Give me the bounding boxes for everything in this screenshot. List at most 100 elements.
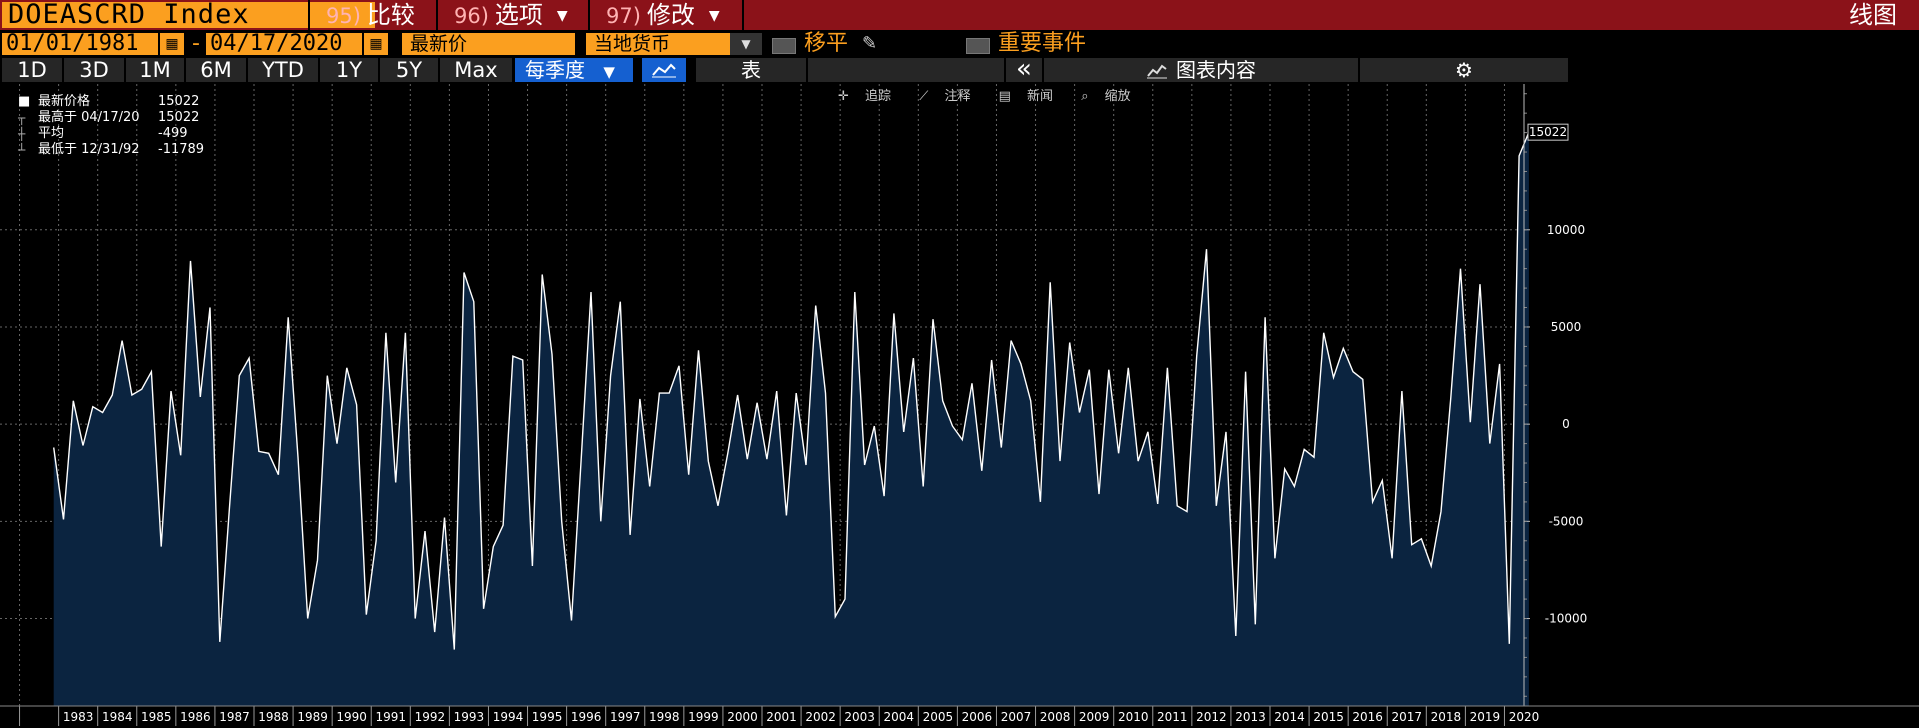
x-tick-label: 1984 [102, 710, 133, 724]
legend-label: 最新价格 [38, 94, 91, 109]
zoom-icon: ⌕ [1081, 89, 1089, 104]
x-axis: 1983 1984 1985 1986 1987 1988 1989 1990 1991 1992… [0, 705, 1919, 726]
frequency-dropdown[interactable]: 每季度 ▼ [515, 58, 633, 82]
events-checkbox[interactable] [966, 38, 990, 54]
period-1y[interactable]: 1Y [320, 58, 378, 82]
table-button[interactable]: 表 [696, 58, 806, 82]
x-tick-label: 1998 [649, 710, 680, 724]
legend-value: -11789 [158, 142, 205, 157]
y-tick-label: -5000 [1549, 514, 1584, 528]
period-5y[interactable]: 5Y [380, 58, 438, 82]
x-tick-label: 2015 [1313, 710, 1344, 724]
collapse-icon[interactable]: « [1006, 56, 1042, 82]
x-tick-label: 2001 [766, 710, 797, 724]
modify-menu-label: 修改 [646, 1, 695, 29]
x-tick-label: 2019 [1470, 710, 1501, 724]
x-tick-label: 2011 [1157, 710, 1188, 724]
price-chart[interactable]: -10000-5000050001000015022 1983 1984 1985 1… [0, 84, 1919, 728]
moving-avg-checkbox[interactable] [772, 38, 796, 54]
frequency-label: 每季度 [525, 58, 585, 82]
legend-value: 15022 [158, 94, 200, 109]
zoom-tool[interactable]: ⌕ 缩放 [1081, 89, 1142, 104]
field-select[interactable]: 最新价 [402, 33, 575, 55]
x-tick-label: 1991 [375, 710, 406, 724]
start-date-input[interactable]: 01/01/1981 [2, 33, 158, 55]
high-icon: ┬ [18, 111, 26, 125]
x-tick-label: 1997 [610, 710, 641, 724]
zoom-label: 缩放 [1104, 89, 1131, 104]
x-tick-label: 1996 [571, 710, 602, 724]
line-chart-icon[interactable] [642, 58, 686, 82]
period-3d[interactable]: 3D [64, 58, 124, 82]
x-tick-label: 2009 [1079, 710, 1110, 724]
x-tick-label: 2007 [1001, 710, 1032, 724]
x-tick-label: 1983 [63, 710, 94, 724]
calendar-icon[interactable]: ▦ [364, 33, 388, 55]
period-1d[interactable]: 1D [2, 58, 62, 82]
gear-icon[interactable]: ⚙ [1360, 58, 1568, 82]
x-tick-label: 1986 [180, 710, 211, 724]
options-menu-label: 选项 [494, 1, 543, 29]
x-tick-label: 2018 [1431, 710, 1462, 724]
calendar-icon[interactable]: ▦ [160, 33, 184, 55]
avg-icon: ┼ [18, 127, 26, 141]
x-tick-label: 1992 [415, 710, 446, 724]
x-tick-label: 1987 [219, 710, 250, 724]
chart-content-icon [1147, 64, 1167, 79]
y-tick-label: -10000 [1545, 612, 1588, 626]
control-bar: 01/01/1981 ▦ - 04/17/2020 ▦ 最新价 当地货币 ▼ 移… [0, 31, 1919, 57]
legend-label: 最高于 04/17/20 [38, 110, 140, 125]
annotate-tool[interactable]: ⟋ 注释 [919, 89, 982, 104]
header-bar: DOEASCRD Index 95) 比较 96) 选项 ▼ 97) 修改 ▼ 线图 [0, 0, 1919, 30]
toolbar-blank-field[interactable] [808, 58, 1004, 82]
compare-menu-number: 95) [326, 4, 361, 28]
y-axis: -10000 -5000 0 5000 10000 15022 [1523, 84, 1588, 706]
chevron-down-icon: ▼ [556, 8, 568, 24]
news-tool[interactable]: ▤ 新闻 [999, 89, 1065, 104]
compare-menu[interactable]: 95) 比较 [308, 0, 434, 30]
chevron-down-icon[interactable]: ▼ [730, 33, 762, 55]
period-1m[interactable]: 1M [126, 58, 184, 82]
date-range-separator: - [192, 31, 200, 56]
x-tick-label: 1988 [258, 710, 289, 724]
annotation-toolbar: ✛ 追踪 ⟋ 注释 ▤ 新闻 ⌕ 缩放 [838, 85, 1155, 104]
crosshair-icon: ✛ [838, 89, 849, 104]
pencil-icon[interactable]: ✎ [862, 31, 877, 57]
moving-avg-label: 移平 [804, 31, 849, 56]
y-tick-label: 5000 [1551, 320, 1582, 334]
news-label: 新闻 [1027, 89, 1054, 104]
annotate-label: 注释 [944, 89, 971, 104]
track-tool[interactable]: ✛ 追踪 [838, 89, 903, 104]
x-tick-label: 2020 [1509, 710, 1540, 724]
x-tick-label: 2012 [1196, 710, 1227, 724]
square-icon: ■ [18, 94, 31, 109]
modify-menu-number: 97) [606, 4, 641, 28]
legend-label: 最低于 12/31/92 [38, 142, 140, 157]
y-tick-label: 10000 [1547, 223, 1585, 237]
x-tick-label: 1994 [493, 710, 524, 724]
x-tick-label: 1995 [532, 710, 563, 724]
x-tick-label: 2010 [1118, 710, 1149, 724]
period-max[interactable]: Max [440, 58, 512, 82]
x-tick-label: 2008 [1040, 710, 1071, 724]
last-value-label: 15022 [1529, 125, 1567, 139]
period-6m[interactable]: 6M [186, 58, 246, 82]
series-area [53, 132, 1529, 706]
legend-value: 15022 [158, 110, 200, 125]
chevron-down-icon: ▼ [603, 63, 615, 81]
chart-content-button[interactable]: 图表内容 [1044, 58, 1358, 82]
x-tick-label: 1993 [454, 710, 485, 724]
x-tick-label: 2003 [844, 710, 875, 724]
modify-menu[interactable]: 97) 修改 ▼ [588, 0, 740, 30]
x-tick-label: 2002 [805, 710, 836, 724]
end-date-input[interactable]: 04/17/2020 [206, 33, 362, 55]
x-tick-label: 2017 [1391, 710, 1422, 724]
currency-select[interactable]: 当地货币 [586, 33, 730, 55]
chart-content-label: 图表内容 [1176, 58, 1256, 82]
track-label: 追踪 [865, 89, 892, 104]
period-ytd[interactable]: YTD [248, 58, 318, 82]
options-menu[interactable]: 96) 选项 ▼ [436, 0, 586, 30]
chevron-down-icon: ▼ [708, 8, 720, 24]
annotate-icon: ⟋ [919, 89, 929, 104]
events-label: 重要事件 [998, 31, 1087, 56]
